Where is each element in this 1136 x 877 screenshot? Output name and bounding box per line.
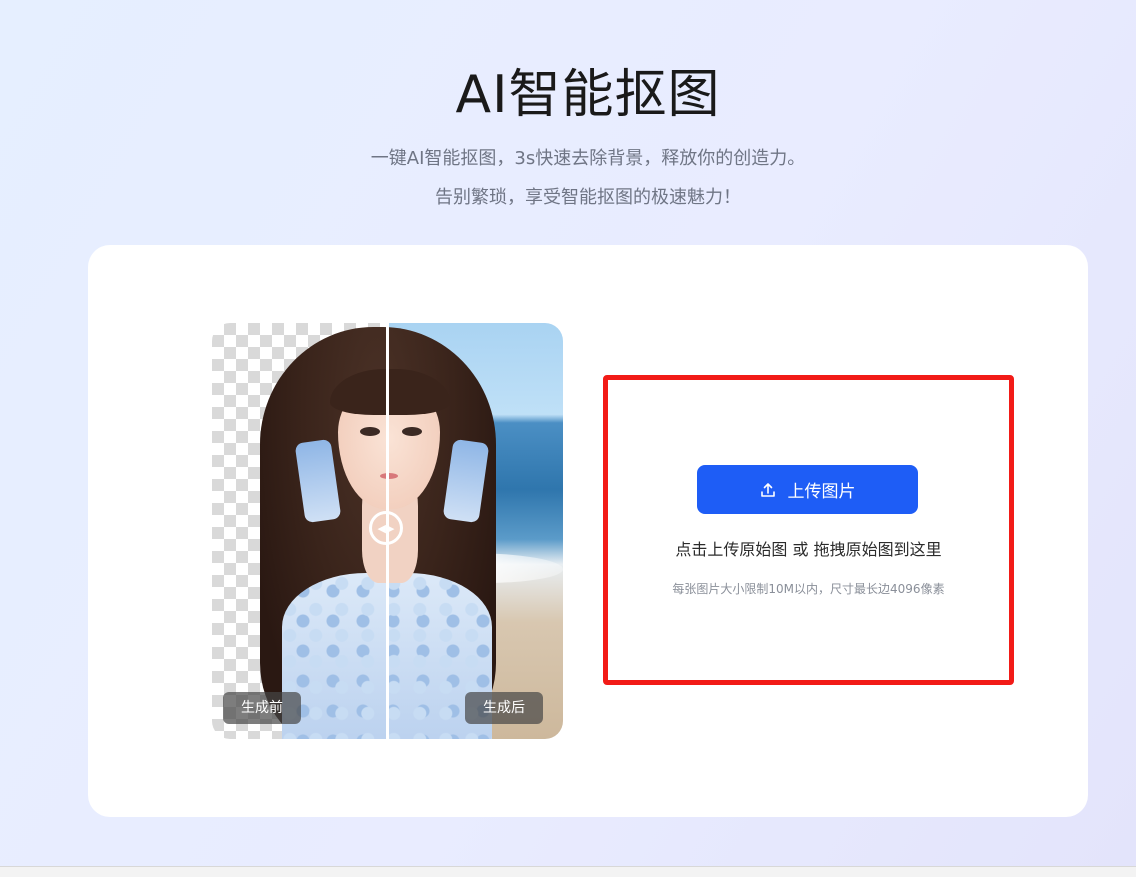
upload-icon	[760, 482, 776, 498]
upload-image-button[interactable]: 上传图片	[697, 465, 918, 514]
left-right-arrows-icon: ◀▶	[377, 521, 395, 535]
after-label: 生成后	[465, 692, 543, 724]
portrait-left-eye	[360, 427, 380, 436]
upload-hint: 点击上传原始图 或 拖拽原始图到这里	[675, 540, 942, 559]
portrait-lips	[380, 473, 398, 479]
page-title: AI智能抠图	[455, 65, 721, 125]
before-after-comparison: ◀▶ 生成前 生成后	[212, 323, 563, 739]
bottom-bar	[0, 866, 1136, 877]
compare-slider-handle[interactable]: ◀▶	[369, 511, 403, 545]
before-label: 生成前	[223, 692, 301, 724]
page-subtitle-line-2: 告别繁琐，享受智能抠图的极速魅力！	[435, 187, 741, 208]
upload-size-limit: 每张图片大小限制10M以内，尺寸最长边4096像素	[672, 582, 945, 596]
upload-button-label: 上传图片	[787, 482, 856, 502]
portrait-right-eye	[402, 427, 422, 436]
page-subtitle-line-1: 一键AI智能抠图，3s快速去除背景，释放你的创造力。	[370, 148, 806, 169]
upload-drop-zone[interactable]	[603, 375, 1014, 685]
